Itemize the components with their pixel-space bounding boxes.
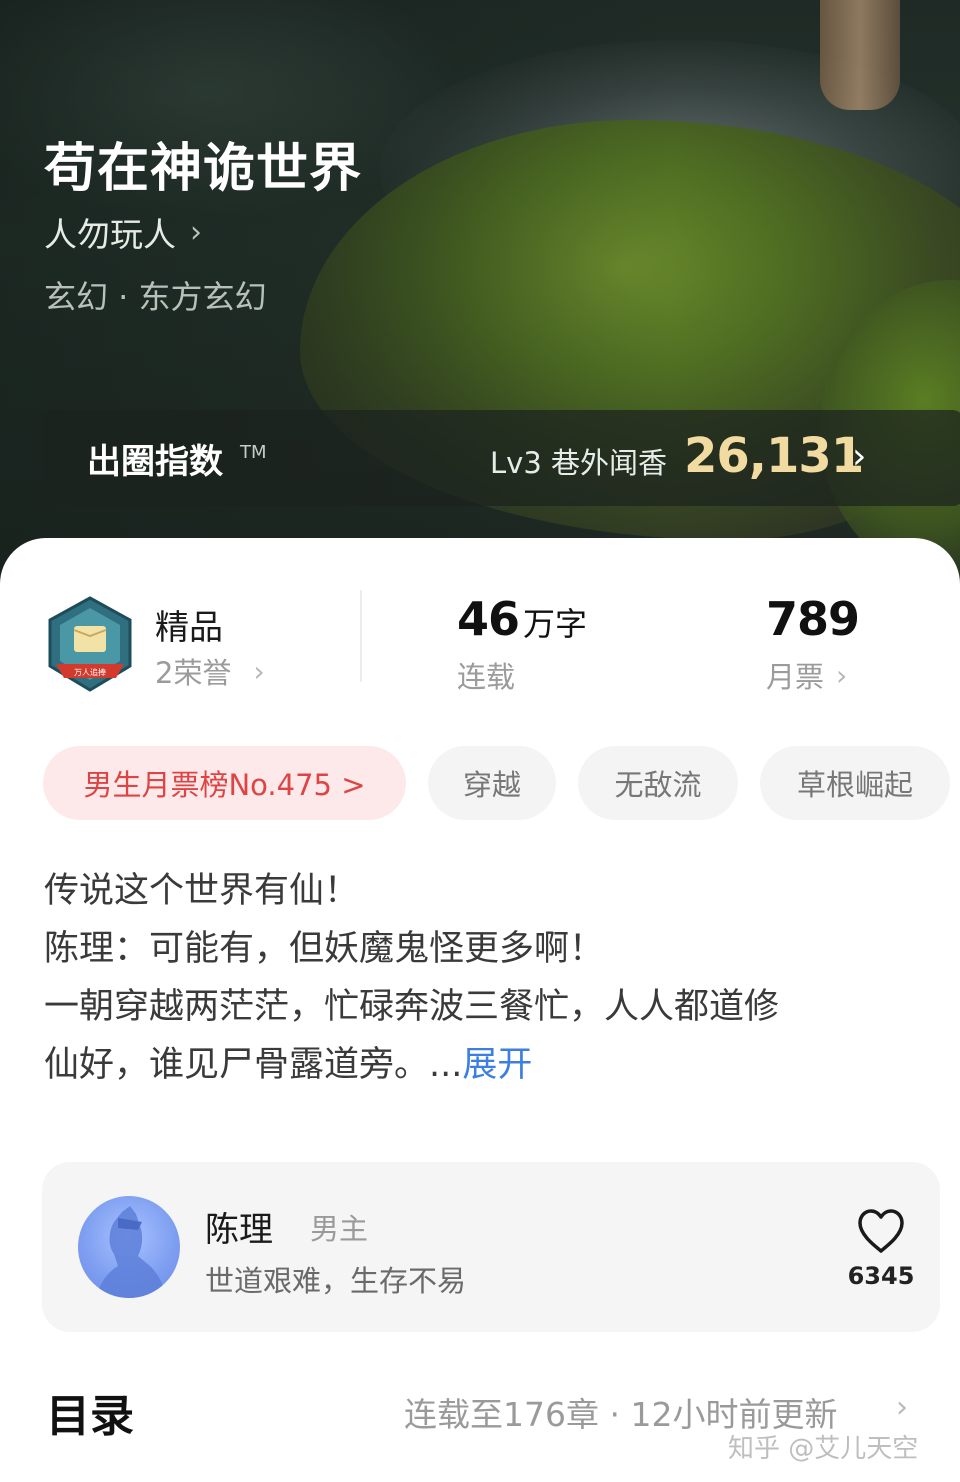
watermark: 知乎 @艾儿天空 [728, 1434, 919, 1464]
character-role: 男主 [310, 1212, 369, 1246]
synopsis-line: 陈理：可能有，但妖魔鬼怪更多啊！ [44, 929, 605, 969]
tag-wudiliu[interactable]: 无敌流 [578, 746, 738, 820]
author-name: 人勿玩人 [44, 215, 176, 254]
toc-title: 目录 [46, 1391, 134, 1442]
word-count-unit: 万字 [523, 605, 588, 643]
synopsis-line: 仙好，谁见尸骨露道旁。... [44, 1045, 463, 1085]
chevron-right-icon: › [253, 654, 265, 688]
tag-chuanyue[interactable]: 穿越 [428, 746, 556, 820]
honors-count: 2荣誉 [155, 656, 232, 690]
rank-tag[interactable]: 男生月票榜No.475 > [43, 746, 406, 820]
book-title: 苟在神诡世界 [44, 138, 363, 199]
svg-text:万人追捧: 万人追捧 [74, 667, 106, 677]
tag-caogen[interactable]: 草根崛起 [760, 746, 950, 820]
synopsis-line: 传说这个世界有仙！ [44, 871, 360, 911]
stats-divider [360, 590, 362, 682]
book-genre: 玄幻 · 东方玄幻 [44, 278, 267, 316]
author-link[interactable]: 人勿玩人 › [44, 208, 202, 256]
influence-index-label: 出圈指数 [87, 442, 223, 482]
quality-label: 精品 [155, 608, 223, 648]
quality-badge-icon[interactable]: 万人追捧 [46, 596, 134, 692]
likes-count: 6345 [847, 1262, 915, 1290]
chevron-right-icon: › [852, 436, 867, 477]
honors-link[interactable]: 2荣誉 › [155, 650, 265, 692]
chevron-right-icon: › [836, 658, 848, 692]
word-count: 46 万字 [457, 592, 587, 646]
synopsis-last-line: 仙好，谁见尸骨露道旁。...展开 [44, 1036, 924, 1094]
synopsis: 传说这个世界有仙！ 陈理：可能有，但妖魔鬼怪更多啊！ 一朝穿越两茫茫，忙碌奔波三… [44, 862, 924, 1094]
character-avatar[interactable] [78, 1196, 180, 1298]
monthly-votes-count: 789 [766, 592, 860, 646]
influence-level: Lv3 巷外闻香 [490, 446, 667, 480]
character-silhouette-icon [96, 1206, 166, 1298]
serial-status: 连载 [457, 660, 516, 694]
influence-value: 26,131 [684, 428, 864, 484]
monthly-votes-label: 月票 [766, 660, 825, 694]
monthly-votes-link[interactable]: 月票 › [766, 654, 847, 696]
expand-link[interactable]: 展开 [462, 1045, 532, 1085]
trademark-mark: TM [240, 442, 267, 463]
chevron-right-icon[interactable]: › [896, 1390, 908, 1425]
heart-icon[interactable] [856, 1208, 906, 1254]
word-count-number: 46 [457, 592, 520, 646]
character-name: 陈理 [205, 1210, 273, 1250]
chevron-right-icon: › [190, 214, 202, 250]
character-quote: 世道艰难，生存不易 [205, 1264, 467, 1298]
synopsis-line: 一朝穿越两茫茫，忙碌奔波三餐忙，人人都道修 [44, 987, 780, 1027]
